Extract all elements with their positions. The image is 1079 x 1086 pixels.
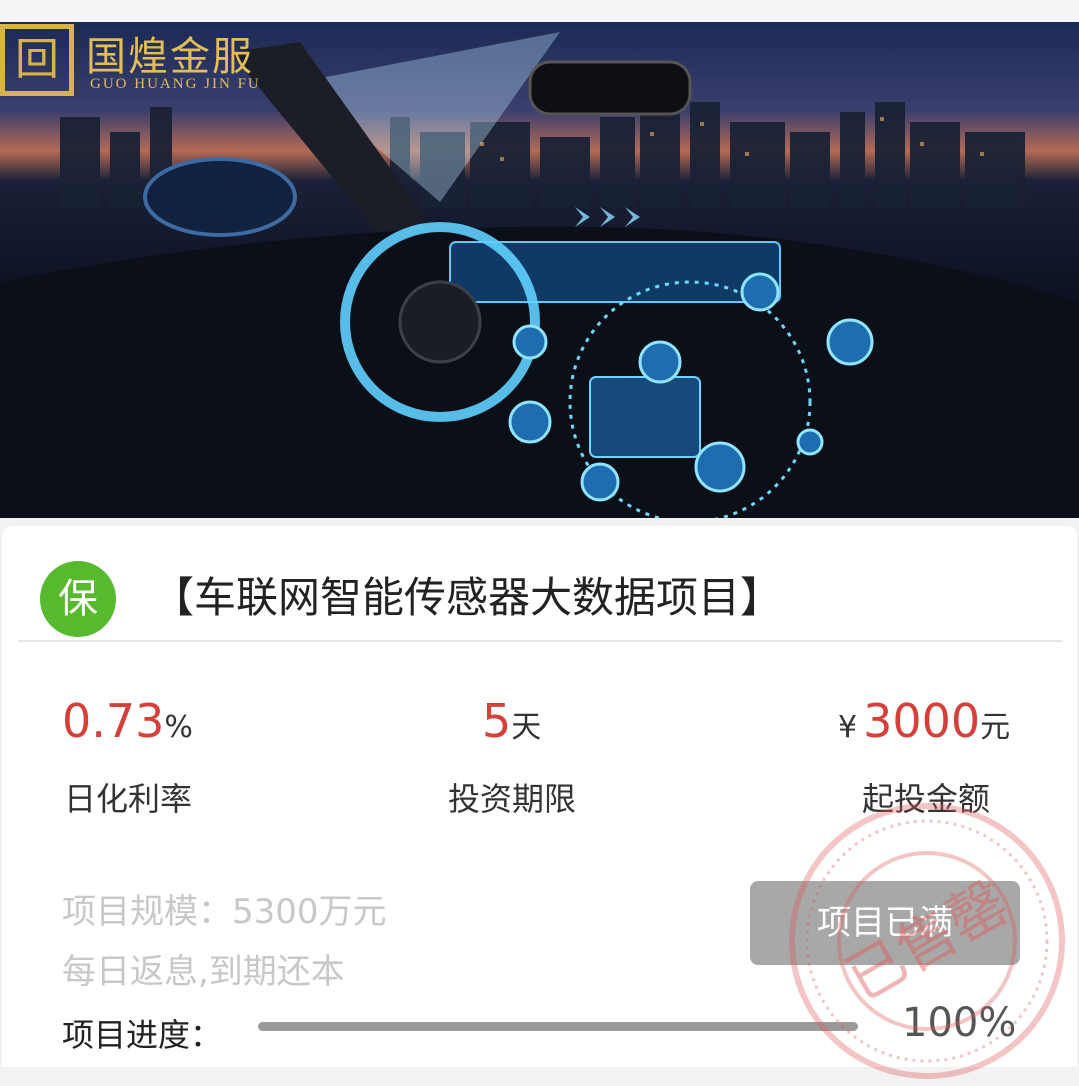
daily-rate-label: 日化利率	[64, 780, 193, 818]
divider	[18, 640, 1063, 642]
min-amount-label: 起投金额	[862, 780, 991, 818]
min-amount-value: 3000	[863, 694, 981, 748]
progress-fill	[258, 1022, 858, 1031]
top-strip	[0, 0, 1079, 22]
daily-rate-unit: %	[164, 710, 193, 745]
logo-mark-icon: 回	[0, 24, 74, 96]
project-scale: 项目规模：5300万元	[62, 892, 387, 932]
project-full-button[interactable]: 项目已满	[750, 881, 1020, 965]
project-title: 【车联网智能传感器大数据项目】	[152, 573, 783, 622]
progress-bar	[258, 1022, 858, 1031]
currency-symbol: ¥	[838, 710, 858, 745]
logo-english-name: GUO HUANG JIN FU	[90, 76, 261, 92]
brand-logo: 回 国煌金服 GUO HUANG JIN FU	[0, 22, 280, 100]
term-unit: 天	[511, 710, 542, 745]
min-amount-unit: 元	[980, 710, 1011, 745]
project-card: 保 【车联网智能传感器大数据项目】 0.73% 日化利率 5天 投资期限 ¥30…	[2, 526, 1077, 1079]
project-banner-image: 回 国煌金服 GUO HUANG JIN FU	[0, 22, 1079, 518]
investment-term: 5天	[482, 694, 541, 748]
min-investment: ¥3000元	[838, 694, 1010, 748]
daily-rate-value: 0.73	[62, 694, 165, 748]
term-label: 投资期限	[448, 780, 577, 818]
daily-rate: 0.73%	[62, 694, 193, 748]
logo-chinese-name: 国煌金服	[86, 34, 254, 80]
progress-label: 项目进度：	[62, 1016, 223, 1054]
progress-percent: 100%	[902, 1000, 1017, 1046]
term-value: 5	[482, 694, 512, 748]
guarantee-badge: 保	[40, 561, 116, 637]
repayment-method: 每日返息,到期还本	[62, 952, 345, 992]
